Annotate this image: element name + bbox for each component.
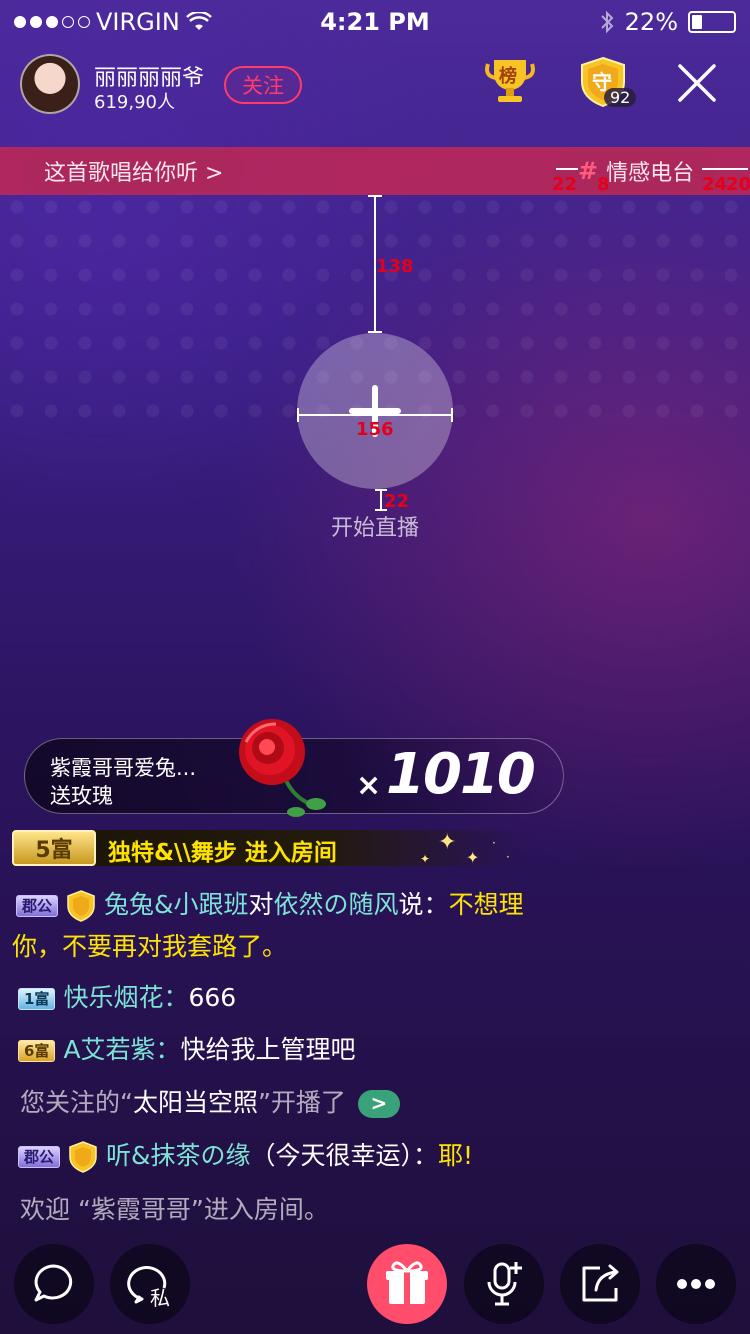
chat-welcome-notice: 欢迎 “紫霞哥哥”进入房间。 xyxy=(20,1195,329,1224)
measure-pad-left: 22 xyxy=(552,174,578,195)
song-dedication-button[interactable]: 这首歌唱给你听 > xyxy=(22,150,246,192)
noble-badge: 郡公 xyxy=(18,1146,61,1168)
status-right: 22% xyxy=(599,8,736,36)
guard-button[interactable]: 守 92 xyxy=(578,56,637,108)
rose-icon xyxy=(232,712,342,822)
sparkle-icon: · xyxy=(506,850,510,864)
host-avatar[interactable] xyxy=(20,54,80,114)
measure-cap xyxy=(297,408,299,422)
gift-box-icon xyxy=(386,1261,428,1304)
guard-count: 92 xyxy=(604,88,637,107)
sparkle-icon: ✦ xyxy=(438,830,457,855)
measure-line xyxy=(380,489,382,511)
measure-hash-gap: 8 xyxy=(597,174,610,195)
battery-icon xyxy=(688,11,736,33)
chat-message[interactable]: 郡公 兔兔&小跟班对依然の随风说：不想理 xyxy=(16,884,736,926)
chat-bubble-icon xyxy=(34,1264,73,1302)
chat-text-continued: 你，不要再对我套路了。 xyxy=(12,932,288,961)
private-label: 私 xyxy=(150,1286,170,1310)
chat-message[interactable]: 郡公 听&抹茶の缘（今天很幸运）：耶! xyxy=(18,1135,473,1177)
notice-suffix: ”开播了 xyxy=(257,1088,346,1117)
chat-text: 666 xyxy=(188,983,237,1012)
close-button[interactable] xyxy=(676,62,718,104)
measure-line xyxy=(297,414,453,416)
gift-action: 送玫瑰 xyxy=(50,784,113,808)
rank-label: 榜 xyxy=(499,66,517,87)
measure-circle-size: 156 xyxy=(356,419,394,440)
sparkle-icon: · xyxy=(492,836,496,850)
chat-message[interactable]: 1富 快乐烟花：666 xyxy=(18,977,236,1019)
more-icon xyxy=(677,1279,715,1289)
wealth-badge: 6富 xyxy=(18,1040,56,1062)
gift-sender: 紫霞哥哥爱兔... xyxy=(50,756,197,780)
wealth-level-badge: 5富 xyxy=(12,830,96,866)
mic-link-button[interactable] xyxy=(464,1244,544,1324)
hash-icon: # xyxy=(578,157,599,185)
bluetooth-icon xyxy=(600,10,614,34)
go-to-room-button[interactable]: > xyxy=(357,1090,400,1118)
measure-pad-right-a: 24 xyxy=(702,174,728,195)
radio-topic-label: 情感电台 xyxy=(606,161,695,186)
private-message-button[interactable]: 私 xyxy=(110,1244,190,1324)
measure-top-gap: 138 xyxy=(376,256,414,277)
shield-icon xyxy=(67,890,95,922)
notice-prefix: 您关注的“ xyxy=(20,1088,133,1117)
sparkle-icon: ✦ xyxy=(466,848,480,867)
measure-line xyxy=(556,168,578,170)
chat-button[interactable] xyxy=(14,1244,94,1324)
battery-percent: 22% xyxy=(624,8,678,36)
chat-text: （今天很幸运）： xyxy=(250,1141,439,1170)
chat-emphasis: 耶! xyxy=(438,1141,474,1170)
share-icon xyxy=(582,1264,619,1302)
chat-username[interactable]: 兔兔&小跟班 xyxy=(104,890,249,919)
chat-say: 说： xyxy=(398,890,449,919)
chat-message[interactable]: 6富 A艾若紫：快给我上管理吧 xyxy=(18,1029,356,1071)
chat-username[interactable]: A艾若紫： xyxy=(63,1035,180,1064)
microphone-plus-icon xyxy=(487,1262,522,1306)
chat-username[interactable]: 听&抹茶の缘 xyxy=(106,1141,251,1170)
rank-trophy-button[interactable]: 榜 xyxy=(484,56,536,106)
chat-text: 快给我上管理吧 xyxy=(180,1035,356,1064)
chat-connector: 对 xyxy=(248,890,274,919)
start-live-label: 开始直播 xyxy=(330,516,419,541)
viewer-count: 619,90人 xyxy=(94,92,175,113)
measure-cap xyxy=(368,195,382,197)
noble-badge: 郡公 xyxy=(16,895,59,917)
entrance-text: 独特&\\舞步 进入房间 xyxy=(108,840,337,866)
follow-button[interactable]: 关注 xyxy=(224,66,302,104)
chat-system-notice[interactable]: 您关注的“太阳当空照”开播了 > xyxy=(20,1082,400,1124)
measure-line xyxy=(702,168,748,170)
share-button[interactable] xyxy=(560,1244,640,1324)
measure-cap xyxy=(451,408,453,422)
chat-username[interactable]: 快乐烟花： xyxy=(63,983,188,1012)
followed-user-name[interactable]: 太阳当空照 xyxy=(133,1088,258,1117)
close-icon xyxy=(678,64,716,102)
gift-times-symbol: × xyxy=(356,768,382,803)
measure-pad-right-b: 20 xyxy=(726,174,750,195)
shield-icon xyxy=(69,1141,97,1173)
chat-text: 不想理 xyxy=(448,890,524,919)
gift-button[interactable] xyxy=(367,1244,447,1324)
chat-target-username[interactable]: 依然の随风 xyxy=(274,890,399,919)
radio-topic-tag[interactable]: # 情感电台 xyxy=(556,150,717,192)
wealth-badge: 1富 xyxy=(18,988,56,1010)
sparkle-icon: ✦ xyxy=(420,852,431,866)
more-button[interactable] xyxy=(656,1244,736,1324)
gift-count: 1010 xyxy=(386,742,536,807)
measure-label-gap: 22 xyxy=(384,491,410,512)
status-bar: VIRGIN 4:21 PM 22% xyxy=(0,0,750,44)
start-live-button[interactable] xyxy=(297,333,453,489)
